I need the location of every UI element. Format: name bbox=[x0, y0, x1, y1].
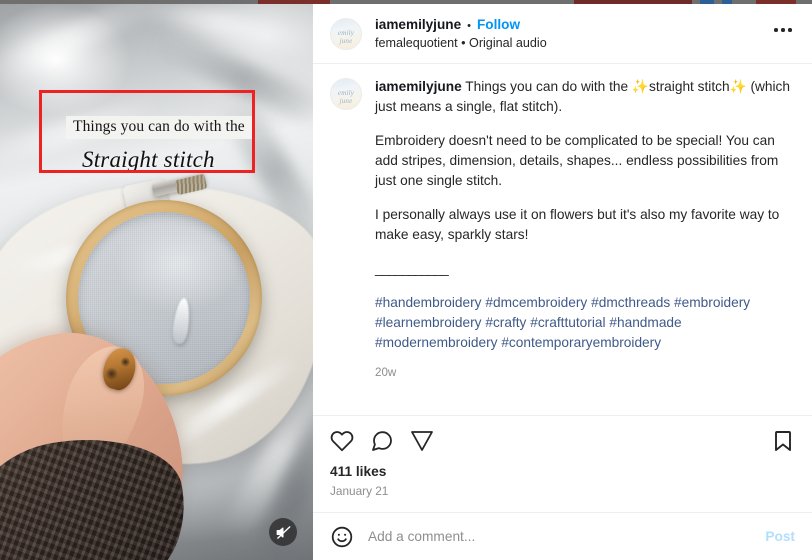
hashtag-link[interactable]: #dmcthreads bbox=[591, 295, 670, 310]
more-options-icon[interactable] bbox=[768, 28, 798, 32]
follow-button[interactable]: Follow bbox=[477, 16, 520, 34]
comment-input[interactable] bbox=[368, 529, 752, 544]
heart-icon[interactable] bbox=[330, 429, 354, 453]
hashtag-link[interactable]: #dmcembroidery bbox=[485, 295, 587, 310]
sparkle-emoji-left: ✨ bbox=[631, 78, 649, 94]
speaker-muted-icon[interactable] bbox=[269, 518, 297, 546]
hashtag-link[interactable]: #handmade bbox=[609, 315, 681, 330]
instagram-post: Things you can do with the Straight stit… bbox=[0, 4, 812, 560]
hashtag-list: #handembroidery #dmcembroidery #dmcthrea… bbox=[375, 293, 795, 353]
caption-username[interactable]: iamemilyjune bbox=[375, 79, 462, 94]
video-overlay-line-1: Things you can do with the bbox=[66, 116, 252, 139]
browser-chrome-strip bbox=[0, 0, 812, 4]
post-age: 20w bbox=[375, 365, 397, 379]
caption-text: iamemilyjune Things you can do with the … bbox=[375, 77, 795, 382]
separator-dot: • bbox=[467, 20, 471, 32]
post-actions-section: 411 likes January 21 bbox=[313, 415, 812, 512]
post-side-panel: emily june iamemilyjune • Follow femaleq… bbox=[313, 4, 812, 560]
hashtag-link[interactable]: #contemporaryembroidery bbox=[501, 335, 661, 350]
caption-paragraph-2: Embroidery doesn't need to be complicate… bbox=[375, 132, 779, 188]
post-actions bbox=[330, 416, 795, 466]
emoji-smiley-icon[interactable] bbox=[330, 525, 354, 549]
post-header: emily june iamemilyjune • Follow femaleq… bbox=[313, 4, 812, 64]
audio-attribution[interactable]: femalequotient • Original audio bbox=[375, 35, 768, 52]
hashtag-link[interactable]: #embroidery bbox=[674, 295, 750, 310]
bookmark-icon[interactable] bbox=[771, 429, 795, 453]
account-username[interactable]: iamemilyjune bbox=[375, 16, 461, 34]
caption-paragraph-1: iamemilyjune Things you can do with the … bbox=[375, 77, 795, 117]
share-paper-plane-icon[interactable] bbox=[410, 429, 434, 453]
comment-icon[interactable] bbox=[370, 429, 394, 453]
sparkle-emoji-right: ✨ bbox=[729, 78, 747, 94]
profile-avatar[interactable]: emily june bbox=[330, 17, 362, 50]
comment-composer: Post bbox=[313, 512, 812, 560]
caption-body: emily june iamemilyjune Things you can d… bbox=[313, 64, 812, 415]
avatar-monogram: emily june bbox=[337, 88, 355, 105]
avatar-monogram: emily june bbox=[337, 28, 355, 45]
like-count[interactable]: 411 likes bbox=[330, 464, 795, 479]
hashtag-link[interactable]: #crafty bbox=[485, 315, 526, 330]
post-date: January 21 bbox=[330, 484, 389, 498]
post-media-panel[interactable]: Things you can do with the Straight stit… bbox=[0, 4, 313, 560]
hashtag-link[interactable]: #crafttutorial bbox=[530, 315, 605, 330]
hashtag-link[interactable]: #handembroidery bbox=[375, 295, 482, 310]
post-comment-button[interactable]: Post bbox=[765, 529, 795, 544]
caption-paragraph-3: I personally always use it on flowers bu… bbox=[375, 206, 780, 242]
caption-divider: ___________ bbox=[375, 260, 449, 276]
hashtag-link[interactable]: #learnembroidery bbox=[375, 315, 482, 330]
caption-avatar[interactable]: emily june bbox=[330, 77, 362, 110]
caption-line-1a: Things you can do with the bbox=[461, 78, 632, 94]
hashtag-link[interactable]: #modernembroidery bbox=[375, 335, 498, 350]
caption-line-1b: straight stitch bbox=[648, 78, 730, 94]
video-overlay-line-2: Straight stitch bbox=[82, 147, 215, 172]
